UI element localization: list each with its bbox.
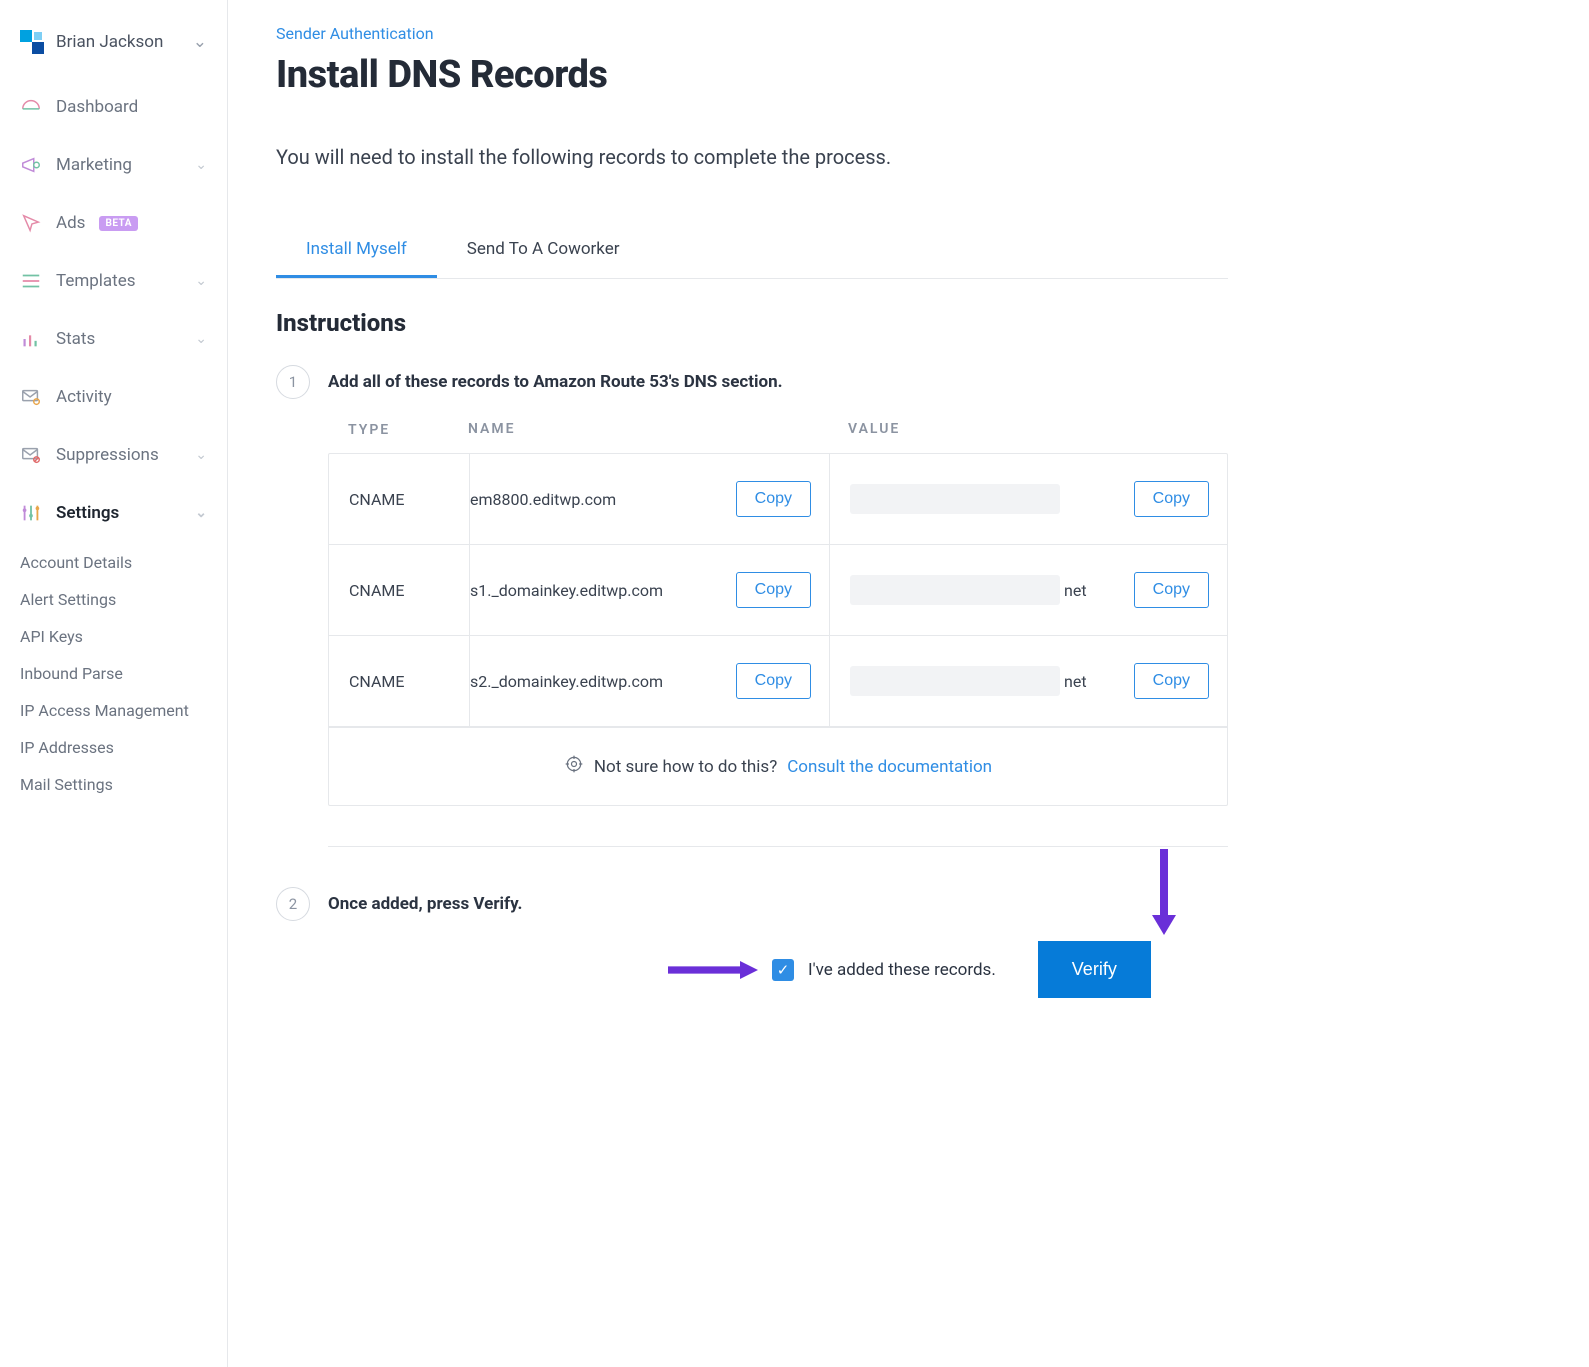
account-switcher[interactable]: Brian Jackson ⌄ bbox=[0, 20, 227, 78]
annotation-arrow-right-icon bbox=[668, 958, 758, 982]
chevron-down-icon: ⌄ bbox=[195, 505, 207, 521]
doc-link[interactable]: Consult the documentation bbox=[787, 757, 992, 777]
table-row: CNAME s1._domainkey.editwp.com Copy net … bbox=[329, 545, 1227, 636]
account-name: Brian Jackson bbox=[56, 32, 163, 52]
beta-badge: BETA bbox=[99, 216, 138, 231]
copy-value-button[interactable]: Copy bbox=[1134, 481, 1209, 517]
copy-value-button[interactable]: Copy bbox=[1134, 663, 1209, 699]
records-added-checkbox[interactable]: ✓ bbox=[772, 959, 794, 981]
lead-text: You will need to install the following r… bbox=[276, 145, 1228, 169]
step-number: 2 bbox=[276, 887, 310, 921]
tabs: Install Myself Send To A Coworker bbox=[276, 225, 1228, 279]
envelope-block-icon bbox=[20, 444, 42, 466]
documentation-hint: Not sure how to do this? Consult the doc… bbox=[329, 727, 1227, 805]
value-suffix: net bbox=[1064, 672, 1087, 691]
doc-hint-text: Not sure how to do this? bbox=[594, 757, 777, 777]
col-value-label: VALUE bbox=[848, 421, 900, 437]
table-row: CNAME s2._domainkey.editwp.com Copy net … bbox=[329, 636, 1227, 727]
redacted-value bbox=[850, 666, 1060, 696]
dns-records-table: TYPE NAME VALUE CNAME em8800.editwp.com … bbox=[328, 419, 1228, 806]
sidebar-item-templates[interactable]: Templates ⌄ bbox=[0, 252, 227, 310]
sidebar-item-label: Settings bbox=[56, 503, 119, 523]
sidebar-item-settings[interactable]: Settings ⌄ bbox=[0, 484, 227, 542]
col-name-label: NAME bbox=[468, 421, 516, 437]
verify-row: ✓ I've added these records. Verify bbox=[328, 941, 1228, 998]
sidebar-item-label: Templates bbox=[56, 271, 136, 291]
step-text: Once added, press Verify. bbox=[328, 894, 522, 914]
sliders-icon bbox=[20, 502, 42, 524]
target-icon bbox=[564, 754, 584, 779]
subitem-inbound-parse[interactable]: Inbound Parse bbox=[10, 655, 227, 692]
sidebar: Brian Jackson ⌄ Dashboard Marketing ⌄ Ad… bbox=[0, 0, 228, 1367]
tab-install-myself[interactable]: Install Myself bbox=[276, 225, 437, 278]
subitem-ip-access[interactable]: IP Access Management bbox=[10, 692, 227, 729]
subitem-api-keys[interactable]: API Keys bbox=[10, 618, 227, 655]
sidebar-item-stats[interactable]: Stats ⌄ bbox=[0, 310, 227, 368]
step-number: 1 bbox=[276, 365, 310, 399]
sidebar-item-label: Dashboard bbox=[56, 97, 138, 117]
redacted-value bbox=[850, 484, 1060, 514]
cursor-icon bbox=[20, 212, 42, 234]
chevron-down-icon: ⌄ bbox=[195, 157, 207, 173]
bar-chart-icon bbox=[20, 328, 42, 350]
copy-value-button[interactable]: Copy bbox=[1134, 572, 1209, 608]
sidebar-item-label: Stats bbox=[56, 329, 95, 349]
record-name: s2._domainkey.editwp.com bbox=[470, 672, 663, 691]
sidebar-item-label: Marketing bbox=[56, 155, 132, 175]
templates-icon bbox=[20, 270, 42, 292]
copy-name-button[interactable]: Copy bbox=[736, 481, 811, 517]
instructions-heading: Instructions bbox=[276, 309, 1228, 337]
chevron-down-icon: ⌄ bbox=[193, 32, 207, 52]
page-title: Install DNS Records bbox=[276, 53, 1228, 97]
sidebar-item-suppressions[interactable]: Suppressions ⌄ bbox=[0, 426, 227, 484]
sidebar-item-dashboard[interactable]: Dashboard bbox=[0, 78, 227, 136]
sidebar-item-activity[interactable]: Activity bbox=[0, 368, 227, 426]
megaphone-icon bbox=[20, 154, 42, 176]
step-text: Add all of these records to Amazon Route… bbox=[328, 372, 783, 392]
table-header: TYPE NAME VALUE bbox=[328, 419, 1228, 453]
record-name: em8800.editwp.com bbox=[470, 490, 616, 509]
step-1: 1 Add all of these records to Amazon Rou… bbox=[276, 365, 1228, 399]
gauge-icon bbox=[20, 96, 42, 118]
value-suffix: net bbox=[1064, 581, 1087, 600]
annotation-arrow-down-icon bbox=[1148, 849, 1180, 935]
redacted-value bbox=[850, 575, 1060, 605]
chevron-down-icon: ⌄ bbox=[195, 447, 207, 463]
record-type: CNAME bbox=[349, 672, 404, 691]
sidebar-item-label: Activity bbox=[56, 387, 112, 407]
sidebar-item-label: Ads bbox=[56, 213, 85, 233]
table-row: CNAME em8800.editwp.com Copy Copy bbox=[329, 454, 1227, 545]
chevron-down-icon: ⌄ bbox=[195, 331, 207, 347]
envelope-search-icon bbox=[20, 386, 42, 408]
subitem-alert-settings[interactable]: Alert Settings bbox=[10, 581, 227, 618]
col-type-label: TYPE bbox=[348, 422, 390, 438]
subitem-ip-addresses[interactable]: IP Addresses bbox=[10, 729, 227, 766]
sidebar-item-marketing[interactable]: Marketing ⌄ bbox=[0, 136, 227, 194]
breadcrumb[interactable]: Sender Authentication bbox=[276, 24, 1228, 43]
checkbox-label: I've added these records. bbox=[808, 960, 996, 980]
tab-send-coworker[interactable]: Send To A Coworker bbox=[437, 225, 650, 278]
record-type: CNAME bbox=[349, 581, 404, 600]
chevron-down-icon: ⌄ bbox=[195, 273, 207, 289]
subitem-mail-settings[interactable]: Mail Settings bbox=[10, 766, 227, 803]
step-2: 2 Once added, press Verify. bbox=[276, 887, 1228, 921]
record-type: CNAME bbox=[349, 490, 404, 509]
brand-logo-icon bbox=[20, 30, 44, 54]
copy-name-button[interactable]: Copy bbox=[736, 572, 811, 608]
sidebar-item-label: Suppressions bbox=[56, 445, 159, 465]
sidebar-item-ads[interactable]: Ads BETA bbox=[0, 194, 227, 252]
main-content: Sender Authentication Install DNS Record… bbox=[228, 0, 1228, 1367]
divider bbox=[328, 846, 1228, 847]
subitem-account-details[interactable]: Account Details bbox=[10, 544, 227, 581]
settings-submenu: Account Details Alert Settings API Keys … bbox=[0, 542, 227, 813]
record-name: s1._domainkey.editwp.com bbox=[470, 581, 663, 600]
verify-button[interactable]: Verify bbox=[1038, 941, 1151, 998]
copy-name-button[interactable]: Copy bbox=[736, 663, 811, 699]
